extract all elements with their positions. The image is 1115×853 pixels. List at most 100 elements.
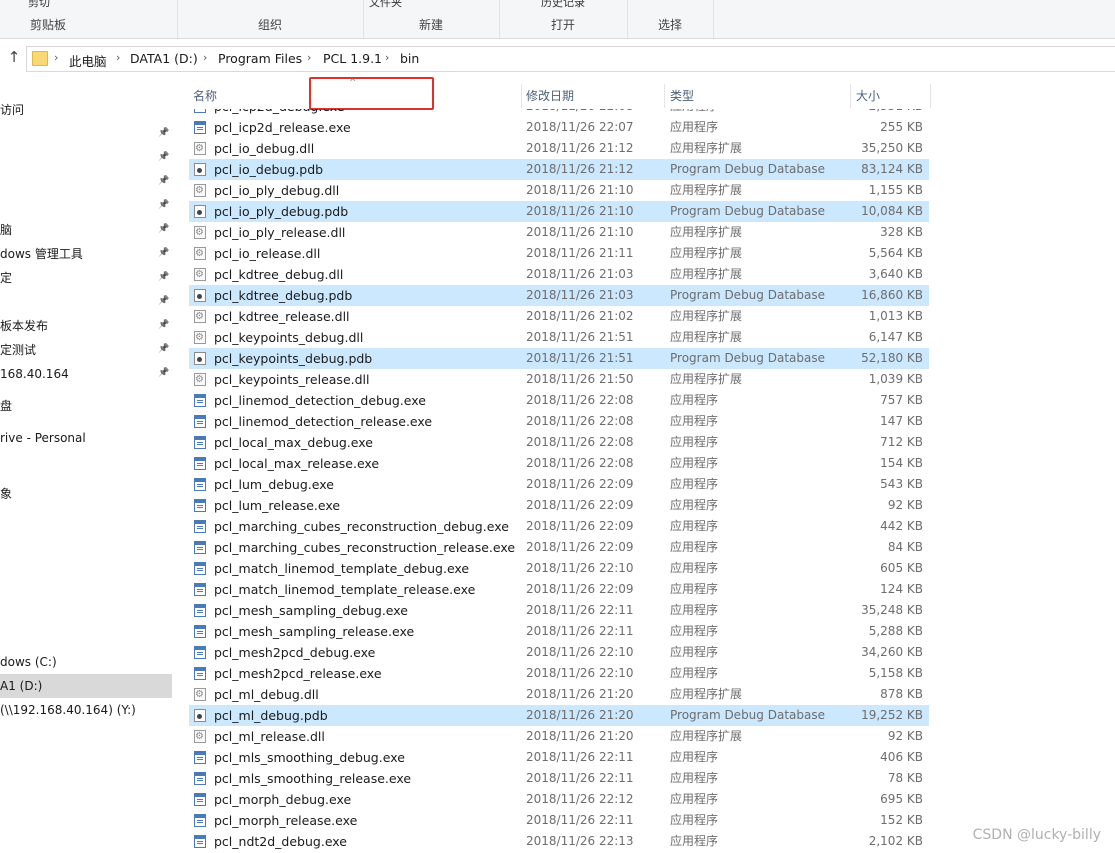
column-header-name[interactable]: 名称 <box>193 86 217 106</box>
file-row[interactable]: pcl_lum_release.exe 2018/11/26 22:09 应用程序 9… <box>189 495 929 516</box>
ribbon-history-text[interactable]: 历史记录 <box>541 0 585 10</box>
file-row[interactable]: pcl_keypoints_release.dll 2018/11/26 21:5… <box>189 369 929 390</box>
column-header-size[interactable]: 大小 <box>856 86 880 106</box>
nav-item[interactable]: 盘 <box>0 394 12 418</box>
file-name: pcl_io_ply_release.dll <box>214 225 346 240</box>
nav-item[interactable]: 定 <box>0 266 12 290</box>
breadcrumb-data1[interactable]: DATA1 (D:) <box>130 51 198 66</box>
pin-icon[interactable]: 📌 <box>158 176 169 188</box>
file-row[interactable]: pcl_io_debug.dll 2018/11/26 21:12 应用程序扩展 35… <box>189 138 929 159</box>
column-header-type[interactable]: 类型 <box>670 86 694 106</box>
file-row[interactable]: pcl_local_max_debug.exe 2018/11/26 22:08 应… <box>189 432 929 453</box>
pdb-file-icon <box>194 163 206 176</box>
pin-icon[interactable]: 📌 <box>158 272 169 284</box>
nav-item[interactable]: A1 (D:) <box>0 674 172 698</box>
nav-item[interactable]: 板本发布 <box>0 314 48 338</box>
pin-icon[interactable]: 📌 <box>158 200 169 212</box>
file-row[interactable]: pcl_linemod_detection_debug.exe 2018/11/2… <box>189 390 929 411</box>
column-divider[interactable] <box>664 84 665 108</box>
ribbon-group-select[interactable]: 选择 <box>627 0 714 38</box>
file-name: pcl_keypoints_release.dll <box>214 372 370 387</box>
dll-file-icon <box>194 180 206 201</box>
file-row[interactable]: pcl_ml_debug.dll 2018/11/26 21:20 应用程序扩展 87… <box>189 684 929 705</box>
dll-file-icon <box>194 726 206 747</box>
ribbon-newfolder-text[interactable]: 文件夹 <box>369 0 402 10</box>
ribbon-group-label: 选择 <box>657 18 682 32</box>
pin-icon[interactable]: 📌 <box>158 320 169 332</box>
file-date: 2018/11/26 21:10 <box>526 204 634 218</box>
column-divider[interactable] <box>521 84 522 108</box>
pin-icon[interactable]: 📌 <box>158 224 169 236</box>
file-name: pcl_keypoints_debug.dll <box>214 330 364 345</box>
nav-item[interactable]: 象 <box>0 482 12 506</box>
breadcrumb-pcl[interactable]: PCL 1.9.1 <box>323 51 382 66</box>
nav-item[interactable]: 定测试 <box>0 338 36 362</box>
nav-item[interactable]: 脑 <box>0 218 12 242</box>
file-row[interactable]: pcl_ml_debug.pdb 2018/11/26 21:20 Program … <box>189 705 929 726</box>
breadcrumb-bin[interactable]: bin <box>400 51 419 66</box>
file-list: pcl_icp2d_debug.exe 2018/11/26 22:08 应用程序 2… <box>189 109 929 852</box>
file-row[interactable]: pcl_lum_debug.exe 2018/11/26 22:09 应用程序 543… <box>189 474 929 495</box>
file-row[interactable]: pcl_io_release.dll 2018/11/26 21:11 应用程序扩展… <box>189 243 929 264</box>
file-row[interactable]: pcl_kdtree_release.dll 2018/11/26 21:02 应用… <box>189 306 929 327</box>
nav-item[interactable]: (\\192.168.40.164) (Y:) <box>0 698 136 722</box>
chevron-right-icon[interactable]: › <box>116 51 120 64</box>
file-row[interactable]: pcl_morph_debug.exe 2018/11/26 22:12 应用程序 6… <box>189 789 929 810</box>
file-row[interactable]: pcl_mls_smoothing_release.exe 2018/11/26 … <box>189 768 929 789</box>
file-row[interactable]: pcl_linemod_detection_release.exe 2018/11… <box>189 411 929 432</box>
file-row[interactable]: pcl_ndt2d_debug.exe 2018/11/26 22:13 应用程序 2… <box>189 831 929 852</box>
ribbon-cut-text[interactable]: 剪切 <box>28 0 50 10</box>
chevron-right-icon[interactable]: › <box>385 51 389 64</box>
file-row[interactable]: pcl_match_linemod_template_release.exe 20… <box>189 579 929 600</box>
pin-icon[interactable]: 📌 <box>158 344 169 356</box>
ribbon-group-new[interactable]: 文件夹 新建 <box>363 0 500 38</box>
file-row[interactable]: pcl_kdtree_debug.pdb 2018/11/26 21:03 Prog… <box>189 285 929 306</box>
chevron-right-icon[interactable]: › <box>54 51 58 64</box>
breadcrumb-program-files[interactable]: Program Files <box>218 51 302 66</box>
file-row[interactable]: pcl_io_debug.pdb 2018/11/26 21:12 Program … <box>189 159 929 180</box>
file-row[interactable]: pcl_keypoints_debug.dll 2018/11/26 21:51 应… <box>189 327 929 348</box>
file-row[interactable]: pcl_mesh_sampling_debug.exe 2018/11/26 22… <box>189 600 929 621</box>
column-header-date[interactable]: 修改日期 <box>526 86 574 106</box>
file-row[interactable]: pcl_icp2d_release.exe 2018/11/26 22:07 应用程… <box>189 117 929 138</box>
pin-icon[interactable]: 📌 <box>158 296 169 308</box>
breadcrumb-this-pc[interactable]: 此电脑 <box>69 51 107 70</box>
pin-icon[interactable]: 📌 <box>158 128 169 140</box>
ribbon-group-open[interactable]: 历史记录 打开 <box>499 0 628 38</box>
file-row[interactable]: pcl_mesh2pcd_release.exe 2018/11/26 22:10… <box>189 663 929 684</box>
file-row[interactable]: pcl_keypoints_debug.pdb 2018/11/26 21:51 P… <box>189 348 929 369</box>
file-row[interactable]: pcl_mls_smoothing_debug.exe 2018/11/26 22… <box>189 747 929 768</box>
file-row[interactable]: pcl_match_linemod_template_debug.exe 2018… <box>189 558 929 579</box>
file-row[interactable]: pcl_icp2d_debug.exe 2018/11/26 22:08 应用程序 2… <box>189 109 929 117</box>
address-bar[interactable]: › 此电脑 › DATA1 (D:) › Program Files › PCL… <box>26 46 1115 72</box>
pin-icon[interactable]: 📌 <box>158 368 169 380</box>
file-row[interactable]: pcl_mesh_sampling_release.exe 2018/11/26 … <box>189 621 929 642</box>
column-divider[interactable] <box>930 84 931 108</box>
nav-item[interactable]: dows 管理工具 <box>0 242 83 266</box>
file-size: 34,260 KB <box>861 645 923 659</box>
up-arrow-icon[interactable]: ↑ <box>6 49 22 65</box>
pin-icon[interactable]: 📌 <box>158 152 169 164</box>
file-row[interactable]: pcl_io_ply_release.dll 2018/11/26 21:10 应用… <box>189 222 929 243</box>
file-row[interactable]: pcl_io_ply_debug.pdb 2018/11/26 21:10 Prog… <box>189 201 929 222</box>
pin-icon[interactable]: 📌 <box>158 248 169 260</box>
file-row[interactable]: pcl_io_ply_debug.dll 2018/11/26 21:10 应用程序… <box>189 180 929 201</box>
file-row[interactable]: pcl_marching_cubes_reconstruction_debug.… <box>189 516 929 537</box>
nav-item[interactable]: 访问 <box>0 98 24 122</box>
file-row[interactable]: pcl_mesh2pcd_debug.exe 2018/11/26 22:10 应用… <box>189 642 929 663</box>
ribbon-group-organize[interactable]: 组织 <box>177 0 364 38</box>
nav-item[interactable]: dows (C:) <box>0 650 57 674</box>
file-row[interactable]: pcl_ml_release.dll 2018/11/26 21:20 应用程序扩展… <box>189 726 929 747</box>
ribbon-group-clipboard[interactable]: 剪切 剪贴板 <box>0 0 178 38</box>
column-divider[interactable] <box>850 84 851 108</box>
chevron-right-icon[interactable]: › <box>203 51 207 64</box>
file-name: pcl_icp2d_debug.exe <box>214 109 345 117</box>
file-row[interactable]: pcl_kdtree_debug.dll 2018/11/26 21:03 应用程序… <box>189 264 929 285</box>
file-row[interactable]: pcl_local_max_release.exe 2018/11/26 22:0… <box>189 453 929 474</box>
nav-item[interactable]: 168.40.164 <box>0 362 69 386</box>
nav-item[interactable]: rive - Personal <box>0 426 86 450</box>
chevron-right-icon[interactable]: › <box>307 51 311 64</box>
file-type: Program Debug Database <box>670 204 825 218</box>
file-row[interactable]: pcl_morph_release.exe 2018/11/26 22:11 应用程… <box>189 810 929 831</box>
file-row[interactable]: pcl_marching_cubes_reconstruction_releas… <box>189 537 929 558</box>
